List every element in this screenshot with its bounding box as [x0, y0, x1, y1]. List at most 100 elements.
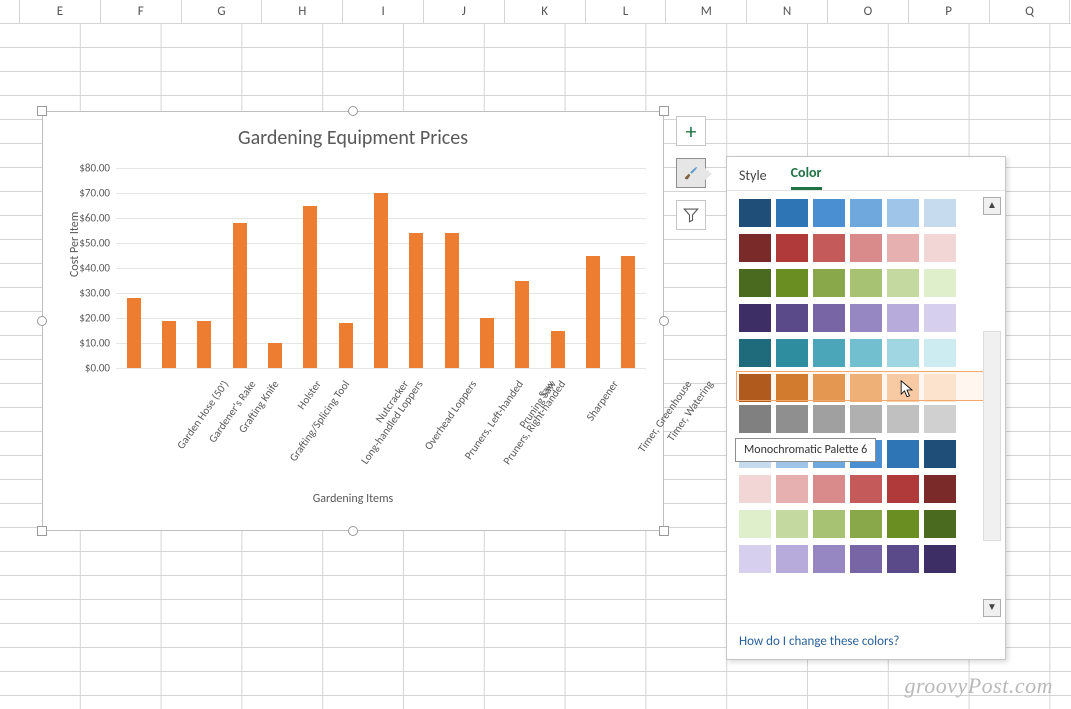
- color-swatch: [739, 234, 771, 262]
- selection-handle[interactable]: [37, 106, 47, 116]
- color-swatch: [850, 269, 882, 297]
- color-swatch: [924, 440, 956, 468]
- bar[interactable]: [586, 256, 600, 369]
- x-tick-label: Sharpener: [583, 378, 620, 423]
- color-swatch: [813, 234, 845, 262]
- column-header[interactable]: P: [909, 0, 990, 23]
- bar[interactable]: [162, 321, 176, 369]
- selection-handle[interactable]: [659, 316, 669, 326]
- column-header[interactable]: O: [828, 0, 909, 23]
- bar[interactable]: [233, 223, 247, 368]
- color-swatch: [924, 475, 956, 503]
- color-swatch: [887, 339, 919, 367]
- color-swatch: [850, 510, 882, 538]
- y-tick-label: $70.00: [79, 187, 116, 200]
- tab-style[interactable]: Style: [739, 167, 767, 190]
- chart-elements-button[interactable]: +: [676, 116, 706, 146]
- bar[interactable]: [127, 298, 141, 368]
- palette-option[interactable]: [739, 545, 981, 573]
- bar[interactable]: [445, 233, 459, 368]
- palette-option[interactable]: [739, 269, 981, 297]
- color-swatch: [739, 405, 771, 433]
- column-header[interactable]: H: [262, 0, 343, 23]
- funnel-icon: [682, 206, 700, 224]
- bar[interactable]: [197, 321, 211, 369]
- bar[interactable]: [515, 281, 529, 369]
- palette-option[interactable]: [737, 372, 983, 400]
- palette-option[interactable]: [739, 475, 981, 503]
- flyout-tabbar: Style Color: [727, 157, 1005, 191]
- column-header[interactable]: L: [586, 0, 667, 23]
- color-swatch: [887, 374, 919, 402]
- palette-option[interactable]: [739, 234, 981, 262]
- color-swatch: [739, 339, 771, 367]
- selection-handle[interactable]: [348, 106, 358, 116]
- chart-filters-button[interactable]: [676, 200, 706, 230]
- color-swatch: [924, 374, 956, 402]
- selection-handle[interactable]: [659, 106, 669, 116]
- color-swatch: [887, 234, 919, 262]
- palette-list[interactable]: ▲ ▼: [727, 191, 1005, 623]
- color-swatch: [813, 339, 845, 367]
- color-swatch: [776, 475, 808, 503]
- column-header[interactable]: J: [424, 0, 505, 23]
- color-swatch: [924, 545, 956, 573]
- bar[interactable]: [551, 331, 565, 369]
- color-swatch: [813, 475, 845, 503]
- color-swatch: [739, 199, 771, 227]
- x-axis-title[interactable]: Gardening Items: [43, 492, 663, 506]
- color-swatch: [739, 374, 771, 402]
- color-swatch: [924, 339, 956, 367]
- column-header[interactable]: M: [666, 0, 747, 23]
- selection-handle[interactable]: [348, 526, 358, 536]
- column-header[interactable]: F: [101, 0, 182, 23]
- scroll-up-button[interactable]: ▲: [983, 197, 1001, 215]
- flyout-help-link[interactable]: How do I change these colors?: [727, 623, 1005, 659]
- bar[interactable]: [303, 206, 317, 369]
- plot-area[interactable]: $0.00$10.00$20.00$30.00$40.00$50.00$60.0…: [116, 168, 646, 368]
- color-swatch: [887, 199, 919, 227]
- bar[interactable]: [339, 323, 353, 368]
- chart-object[interactable]: Gardening Equipment Prices Cost Per Item…: [42, 111, 664, 531]
- x-tick-label: Holster: [295, 378, 324, 412]
- palette-option[interactable]: [739, 405, 981, 433]
- color-swatch: [739, 510, 771, 538]
- scrollbar-track[interactable]: [983, 331, 1001, 541]
- column-header[interactable]: I: [343, 0, 424, 23]
- color-swatch: [813, 269, 845, 297]
- column-header[interactable]: K: [505, 0, 586, 23]
- palette-option[interactable]: [739, 304, 981, 332]
- bar[interactable]: [480, 318, 494, 368]
- column-header[interactable]: N: [747, 0, 828, 23]
- color-swatch: [850, 339, 882, 367]
- tab-color[interactable]: Color: [791, 164, 822, 190]
- color-swatch: [739, 475, 771, 503]
- bar[interactable]: [409, 233, 423, 368]
- selection-handle[interactable]: [37, 526, 47, 536]
- color-swatch: [887, 475, 919, 503]
- palette-option[interactable]: [739, 339, 981, 367]
- bar[interactable]: [621, 256, 635, 369]
- plus-icon: +: [686, 118, 697, 145]
- scroll-down-button[interactable]: ▼: [983, 599, 1001, 617]
- column-header[interactable]: Q: [990, 0, 1071, 23]
- palette-option[interactable]: [739, 510, 981, 538]
- chart-styles-button[interactable]: [676, 158, 706, 188]
- column-header[interactable]: E: [20, 0, 101, 23]
- selection-handle[interactable]: [659, 526, 669, 536]
- bar[interactable]: [268, 343, 282, 368]
- column-header-row: EFGHIJKLMNOPQ: [0, 0, 1071, 24]
- selection-handle[interactable]: [37, 316, 47, 326]
- palette-tooltip: Monochromatic Palette 6: [735, 438, 876, 462]
- color-swatch: [776, 199, 808, 227]
- y-tick-label: $60.00: [79, 212, 116, 225]
- chart-title[interactable]: Gardening Equipment Prices: [43, 126, 663, 150]
- x-axis-labels[interactable]: Garden Hose (50')Gardener's RakeGrafting…: [116, 372, 646, 492]
- y-tick-label: $10.00: [79, 337, 116, 350]
- color-swatch: [776, 269, 808, 297]
- color-swatch: [850, 304, 882, 332]
- bar[interactable]: [374, 193, 388, 368]
- palette-option[interactable]: [739, 199, 981, 227]
- column-header[interactable]: G: [182, 0, 263, 23]
- color-swatch: [850, 405, 882, 433]
